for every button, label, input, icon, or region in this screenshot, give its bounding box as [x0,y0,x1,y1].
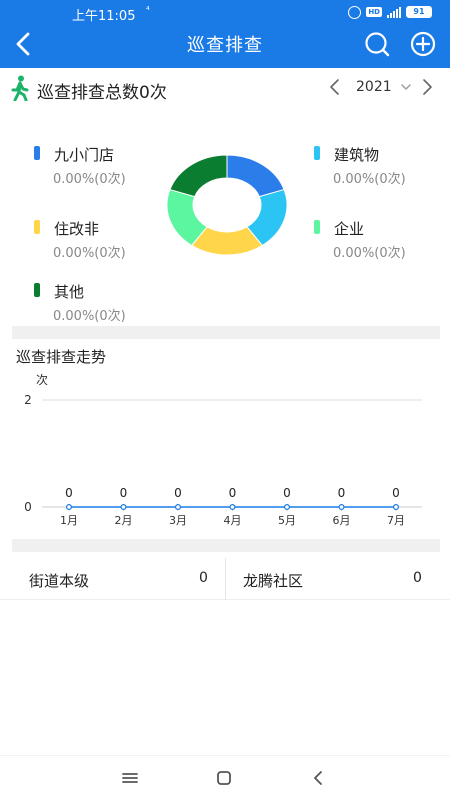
area-count: 0 [199,570,208,586]
top-app-bar: 上午11:05 ⁴ HD 91 巡查排查 [0,0,450,68]
menu-icon[interactable] [121,770,139,786]
donut-slice [169,154,228,198]
legend-value: 0.00%(0次) [53,309,126,324]
legend-item: 企业 0.00%(0次) [314,220,444,270]
legend-item: 住改非 0.00%(0次) [34,220,164,270]
data-point [338,504,345,511]
area-count: 0 [413,570,422,586]
legend-name: 住改非 [54,220,100,238]
x-tick-label: 4月 [224,514,242,527]
data-label: 0 [120,486,128,500]
legend-name: 企业 [334,220,365,238]
battery-icon: 91 [406,6,432,18]
data-label: 0 [229,486,237,500]
legend-value: 0.00%(0次) [53,172,126,187]
data-point [284,504,291,511]
x-tick-label: 5月 [278,514,296,527]
legend-swatch [314,220,320,234]
search-icon[interactable] [363,30,391,58]
data-label: 0 [338,486,346,500]
system-nav-bar [0,755,450,800]
x-tick-label: 3月 [169,514,187,527]
trend-line-chart: 次2 0 0 1月 0 2月 0 3月 0 4月 0 5月 0 6月 0 7月 [24,373,422,527]
year-next-icon[interactable] [420,78,434,96]
data-point [229,504,236,511]
data-point [65,504,72,511]
x-tick-label: 1月 [60,514,78,527]
data-point [393,504,400,511]
area-name[interactable]: 街道本级 [29,570,89,591]
donut-slice [226,154,285,198]
data-point [120,504,127,511]
section-divider [12,539,440,552]
status-notification: ⁴ [146,6,150,16]
section-divider [12,326,440,339]
area-separator [225,558,226,600]
summary-total: 巡查排查总数0次 [37,83,167,103]
status-time: 上午11:05 [72,9,136,24]
data-point [175,504,182,511]
x-tick-label: 6月 [333,514,351,527]
walking-person-icon [11,75,29,101]
x-tick-label: 2月 [115,514,133,527]
data-label: 0 [392,486,400,500]
year-prev-icon[interactable] [328,78,342,96]
legend-value: 0.00%(0次) [333,246,406,261]
legend-value: 0.00%(0次) [333,172,406,187]
chevron-down-icon[interactable] [400,82,412,92]
donut-chart [166,154,288,256]
legend-swatch [314,146,320,160]
legend-name: 其他 [54,283,85,301]
area-name[interactable]: 龙腾社区 [243,570,303,591]
y-tick-label: 0 [24,500,32,514]
data-label: 0 [174,486,182,500]
area-summary: 街道本级 0 龙腾社区 0 [0,558,450,600]
x-tick-label: 7月 [387,514,405,527]
year-selector[interactable]: 2021 [356,79,392,95]
data-label: 0 [65,486,73,500]
legend-swatch [34,146,40,160]
legend-item: 九小门店 0.00%(0次) [34,146,164,196]
home-icon[interactable] [215,770,233,786]
status-icons: HD 91 [348,4,432,20]
alarm-icon [348,5,362,19]
legend-name: 建筑物 [334,146,380,164]
legend-swatch [34,220,40,234]
legend-value: 0.00%(0次) [53,246,126,261]
summary-row: 巡查排查总数0次 2021 [0,70,450,108]
legend-item: 建筑物 0.00%(0次) [314,146,444,196]
legend-name: 九小门店 [54,146,115,164]
hd-badge: HD [366,7,382,17]
trend-title: 巡查排查走势 [16,348,107,366]
legend-swatch [34,283,40,297]
y-axis-unit: 次 [36,373,48,387]
signal-icon [387,6,401,18]
data-label: 0 [283,486,291,500]
y-tick-label: 2 [24,393,32,407]
back-icon[interactable] [309,770,327,786]
status-bar: 上午11:05 ⁴ HD 91 [0,0,450,24]
plus-circle-icon[interactable] [409,30,437,58]
